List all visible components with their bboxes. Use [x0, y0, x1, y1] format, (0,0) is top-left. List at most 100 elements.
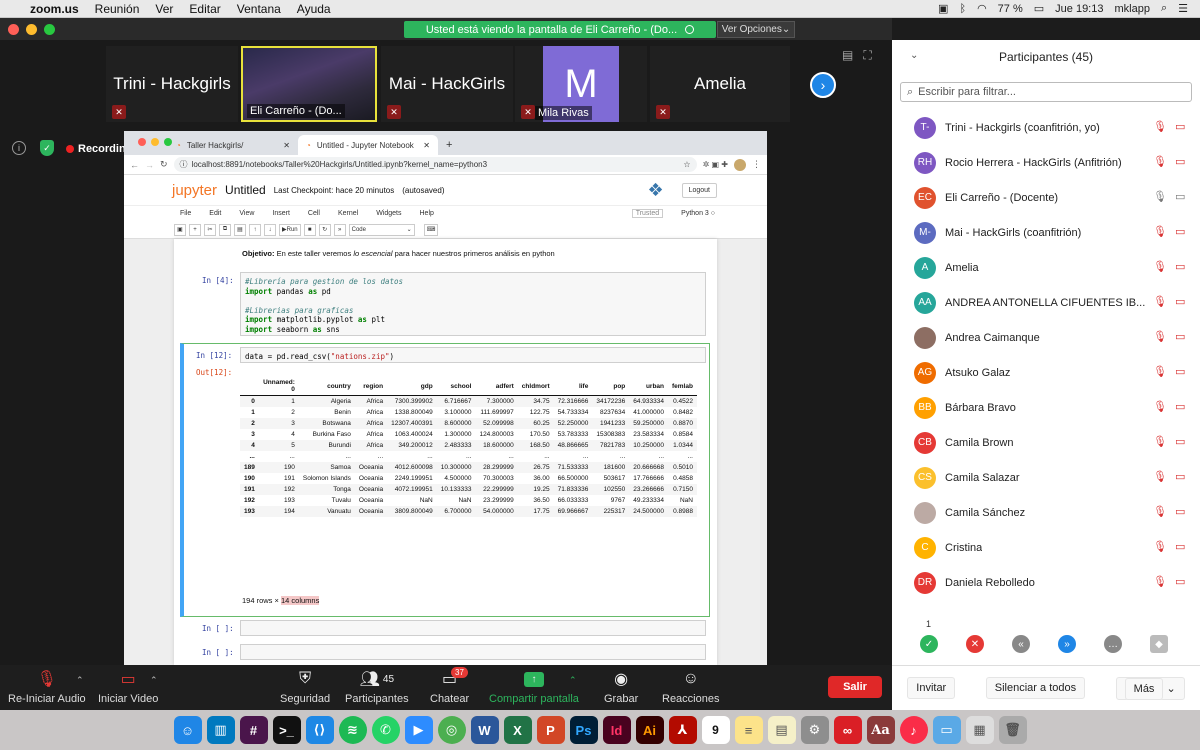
shield-icon[interactable]: ✓: [40, 140, 54, 156]
chevron-up-icon[interactable]: ⌃: [569, 675, 577, 686]
faster-icon[interactable]: »: [1058, 635, 1076, 653]
menu-reunion[interactable]: Reunión: [95, 2, 140, 16]
app-menu[interactable]: zoom.us: [30, 2, 79, 16]
jupyter-tab-icon: ◔: [176, 140, 181, 150]
mute-all-button[interactable]: Silenciar a todos: [985, 677, 1086, 699]
participant-row[interactable]: T- Trini - Hackgirls (coanfitrión, yo) 🎙︎ ▭: [892, 110, 1200, 145]
dataframe-shape: 194 rows × 14 columns: [242, 596, 320, 605]
minimize-window-button[interactable]: [26, 23, 37, 35]
settings-icon[interactable]: ⚙: [800, 716, 829, 744]
record-button[interactable]: ◉ Grabar: [604, 669, 638, 705]
participant-row[interactable]: RH Rocio Herrera - HackGirls (Anfitrión) 🎙…: [892, 145, 1200, 180]
participant-row[interactable]: CS Camila Salazar 🎙︎ ▭: [892, 460, 1200, 495]
security-button[interactable]: ⛨ Seguridad: [280, 669, 330, 705]
stickies-icon[interactable]: ▤: [767, 716, 796, 744]
leave-button[interactable]: Salir: [828, 676, 882, 698]
participants-button[interactable]: 👥︎ 45 Participantes: [345, 669, 409, 705]
participant-row[interactable]: DR Daniela Rebolledo 🎙︎ ▭: [892, 565, 1200, 600]
spotlight-icon[interactable]: ⌕: [1161, 2, 1167, 15]
chevron-up-icon[interactable]: ⌃: [76, 675, 84, 686]
participant-row[interactable]: A Amelia 🎙︎ ▭: [892, 250, 1200, 285]
menu-ayuda[interactable]: Ayuda: [297, 2, 331, 16]
trello-icon[interactable]: ▥: [206, 716, 235, 744]
illustrator-icon[interactable]: Ai: [635, 716, 664, 744]
trash-icon[interactable]: 🗑︎: [998, 716, 1027, 744]
reactions-button[interactable]: ☺ Reacciones: [662, 669, 719, 705]
whatsapp-icon[interactable]: ✆: [371, 716, 400, 744]
calendar-icon[interactable]: 9: [701, 716, 730, 744]
close-window-button[interactable]: [8, 23, 19, 35]
info-icon[interactable]: i: [12, 141, 26, 155]
slack-icon[interactable]: #: [239, 716, 268, 744]
chevron-up-icon[interactable]: ⌃: [150, 675, 158, 686]
finder-icon[interactable]: ☺: [173, 716, 202, 744]
clear-icon[interactable]: ◆: [1150, 635, 1168, 653]
powerpoint-icon[interactable]: P: [536, 716, 565, 744]
participant-row[interactable]: C Cristina 🎙︎ ▭: [892, 530, 1200, 565]
video-tile-mila[interactable]: M ✕ Mila Rivas: [515, 46, 647, 122]
bluetooth-icon[interactable]: ᛒ: [959, 3, 966, 15]
zoom-status-icon[interactable]: ▣: [938, 2, 948, 15]
video-tile-eli[interactable]: Eli Carreño - (Do...: [241, 46, 377, 122]
df-cell: 71.533333: [557, 464, 589, 471]
layout-icon[interactable]: ▤: [842, 48, 853, 63]
participant-filter-input[interactable]: ⌕ Escribir para filtrar...: [900, 82, 1192, 102]
df-cell: 10.300000: [440, 464, 472, 471]
chrome-icon[interactable]: ◎: [437, 716, 466, 744]
files-icon[interactable]: ▦: [965, 716, 994, 744]
zoom-window-button[interactable]: [44, 23, 55, 35]
menu-ver[interactable]: Ver: [155, 2, 173, 16]
indesign-icon[interactable]: Id: [602, 716, 631, 744]
participant-row[interactable]: EC Eli Carreño - (Docente) 🎙︎ ▭: [892, 180, 1200, 215]
share-screen-button[interactable]: ↑ Compartir pantalla: [489, 669, 579, 705]
vscode-icon[interactable]: ⟨⟩: [305, 716, 334, 744]
recording-indicator[interactable]: Recording: [66, 143, 132, 155]
df-cell: 192: [284, 486, 295, 493]
acrobat-icon[interactable]: ⅄: [668, 716, 697, 744]
spotify-icon[interactable]: ≋: [338, 716, 367, 744]
participant-row[interactable]: AG Atsuko Galaz 🎙︎ ▭: [892, 355, 1200, 390]
participant-row[interactable]: CB Camila Brown 🎙︎ ▭: [892, 425, 1200, 460]
participant-row[interactable]: AA ANDREA ANTONELLA CIFUENTES IB... 🎙︎ ▭: [892, 285, 1200, 320]
more-button[interactable]: Más ⌄: [1115, 676, 1185, 700]
empty-code-cell: [240, 644, 706, 660]
wifi-icon[interactable]: ◠: [977, 2, 987, 15]
chevron-down-icon[interactable]: ⌄: [910, 50, 918, 61]
fullscreen-icon[interactable]: ⛶: [863, 48, 871, 63]
notes-icon[interactable]: ≡: [734, 716, 763, 744]
invite-button[interactable]: Invitar: [907, 677, 956, 699]
creative-cloud-icon[interactable]: ∞: [833, 716, 862, 744]
photoshop-icon[interactable]: Ps: [569, 716, 598, 744]
avatar: C: [914, 536, 936, 559]
participant-row[interactable]: BB Bárbara Bravo 🎙︎ ▭: [892, 390, 1200, 425]
df-cell: 1.300000: [444, 431, 472, 438]
video-tile-mai[interactable]: Mai - HackGirls ✕: [381, 46, 513, 122]
video-tile-amelia[interactable]: Amelia ✕: [650, 46, 790, 122]
word-icon[interactable]: W: [470, 716, 499, 744]
yes-icon[interactable]: ✓: [920, 635, 938, 653]
menu-ventana[interactable]: Ventana: [237, 2, 281, 16]
more-icon[interactable]: …: [1104, 635, 1122, 653]
menu-editar[interactable]: Editar: [189, 2, 220, 16]
view-options-button[interactable]: Ver Opciones ⌄: [717, 21, 795, 38]
jupyter-logo: jupyter: [172, 181, 218, 199]
user-menu[interactable]: mklapp: [1114, 3, 1149, 15]
audio-button[interactable]: 🎙︎ Re-Iniciar Audio: [8, 669, 86, 705]
clock[interactable]: Jue 19:13: [1055, 3, 1103, 15]
participant-row[interactable]: Camila Sánchez 🎙︎ ▭: [892, 495, 1200, 530]
excel-icon[interactable]: X: [503, 716, 532, 744]
battery-percent[interactable]: 77 %: [998, 3, 1023, 15]
dictionary-icon[interactable]: Aa: [866, 716, 895, 744]
participant-row[interactable]: M- Mai - HackGirls (coanfitrión) 🎙︎ ▭: [892, 215, 1200, 250]
folder-icon[interactable]: ▭: [932, 716, 961, 744]
next-page-arrow-icon[interactable]: ›: [810, 72, 836, 98]
control-center-icon[interactable]: ☰: [1178, 2, 1188, 15]
zoom-icon[interactable]: ▶: [404, 716, 433, 744]
slower-icon[interactable]: «: [1012, 635, 1030, 653]
no-icon[interactable]: ✕: [966, 635, 984, 653]
df-cell: 0.5010: [673, 464, 693, 471]
participant-row[interactable]: Andrea Caimanque 🎙︎ ▭: [892, 320, 1200, 355]
terminal-icon[interactable]: >_: [272, 716, 301, 744]
music-icon[interactable]: ♪: [899, 716, 928, 744]
video-tile-trini[interactable]: Trini - Hackgirls ✕: [106, 46, 238, 122]
